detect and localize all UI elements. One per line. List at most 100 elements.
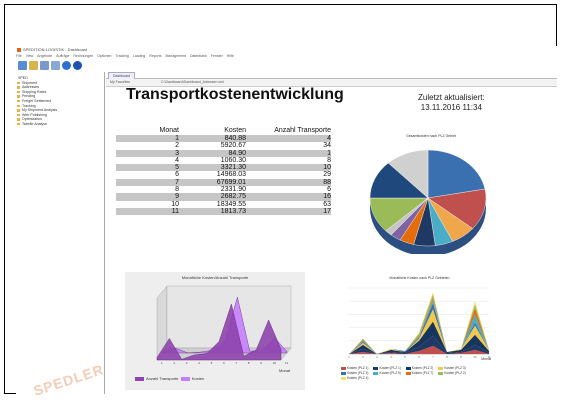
legend-row: Kosten (PLZ 4)	[341, 376, 471, 381]
x-tick-label: 10	[474, 355, 477, 359]
menu-item[interactable]: Management	[166, 54, 186, 58]
table-row: 3 84.90 1	[116, 149, 331, 157]
legend-swatch	[341, 366, 346, 370]
legend-swatch	[373, 371, 379, 375]
chart-title: Monatliche Kosten/Anzahl Transporte	[181, 275, 249, 280]
x-tick-label: 5	[404, 355, 406, 359]
table-cell: 17	[246, 207, 331, 216]
menu-item[interactable]: Optionen	[97, 54, 111, 58]
tab-bar: Dashboard	[106, 72, 557, 79]
legend-swatch	[135, 376, 144, 381]
x-tick-label: 8	[446, 355, 448, 359]
report-title: Transportkostenentwicklung	[126, 86, 344, 103]
stacked-area-chart: Monatliche Kosten nach PLZ Gebieten 1 2 3 4…	[337, 276, 502, 386]
legend-entry: Kosten (PLZ 2)	[438, 371, 466, 375]
x-tick-label: 6	[418, 355, 420, 359]
legend-swatch	[405, 371, 411, 375]
update-info: Zuletzt aktualisiert: 13.11.2016 11:34	[418, 93, 485, 113]
menu-item[interactable]: Rechnungen	[73, 54, 93, 58]
legend-swatch	[373, 366, 379, 370]
toolbar	[16, 60, 557, 72]
print-icon[interactable]	[51, 61, 60, 70]
legend-label: Kosten (PLZ 2)	[444, 371, 466, 375]
x-axis-label: Monat	[481, 357, 491, 361]
pie-svg	[369, 149, 487, 256]
stacked-area-svg: 1 2 3 4 5 6 7 8 9 10 11Monat	[348, 287, 491, 361]
menu-item[interactable]: Aufträge	[56, 54, 69, 58]
table-cell: 4	[175, 156, 179, 164]
help-icon[interactable]	[62, 61, 71, 70]
grid-icon[interactable]	[40, 61, 49, 70]
menu-item[interactable]: Loading	[133, 54, 145, 58]
table-cell: 1060.30	[220, 156, 246, 164]
table-cell: 67699.01	[179, 178, 246, 187]
table-header-row: Monat Kosten Anzahl Transporte	[116, 126, 331, 135]
legend-swatch	[438, 371, 444, 375]
menu-item[interactable]: Angebote	[37, 54, 52, 58]
table-cell: 63	[323, 200, 331, 208]
tree-item-label: Addresses	[22, 85, 39, 90]
menu-item[interactable]: File	[16, 54, 22, 58]
table-cell: 8	[175, 186, 179, 194]
favorites-link[interactable]: My Favorites	[110, 79, 130, 86]
x-tick-label: 11	[285, 361, 288, 365]
tree-item-label: Tabelle Analyse	[22, 121, 47, 126]
tree-item-label: Tracking	[22, 103, 36, 108]
tree-item-label: My Shipment Analysis	[22, 108, 58, 113]
legend-swatch	[405, 366, 411, 370]
menu-item[interactable]: Reports	[149, 54, 161, 58]
table-cell: 840.88	[179, 135, 246, 143]
menu-item[interactable]: Datenbank	[190, 54, 207, 58]
updated-value: 13.11.2016 11:34	[420, 103, 482, 112]
legend-label: Kosten (PLZ 1)	[347, 366, 369, 370]
info-icon[interactable]	[73, 61, 82, 70]
x-tick-label: 4	[390, 355, 392, 359]
x-tick-label: 9	[460, 355, 462, 359]
legend-swatch	[341, 376, 346, 380]
legend-label: Kosten (PLZ 1)	[379, 366, 401, 370]
x-tick-label: 10	[273, 361, 277, 365]
tree-item[interactable]: Tabelle Analyse	[16, 122, 104, 127]
legend-label: Anzahl Transporte	[146, 376, 179, 381]
open-icon[interactable]	[29, 61, 38, 70]
table-cell: 8	[327, 156, 331, 164]
address-path[interactable]: C:\Dashboard\Dashboard_Adressen.xml	[161, 79, 224, 86]
table-cell: 34	[323, 142, 331, 150]
menu-item[interactable]: Fenster	[211, 54, 223, 58]
x-tick-label: 4	[198, 361, 200, 365]
window-title: SPEDITION LOGISTIK - Dashboard	[23, 47, 88, 52]
x-axis-label: Monat	[279, 368, 291, 373]
navigation-tree: SPED Shipment Addresses Shipping Rates Pend…	[16, 72, 105, 394]
menu-item[interactable]: View	[26, 54, 34, 58]
tree-item-label: Optimization	[22, 117, 42, 122]
tab-dashboard[interactable]: Dashboard	[108, 72, 136, 79]
legend-label: Kosten (PLZ 4)	[347, 376, 369, 380]
cost-table: Monat Kosten Anzahl Transporte 1 840.88 4 2…	[116, 126, 331, 216]
folder-icon	[17, 95, 20, 98]
table-cell: 4	[246, 135, 331, 143]
pie-title: Gesamtkosten nach PLZ Gebiet	[406, 134, 456, 138]
chart-legend: Anzahl Transporte Kosten	[135, 376, 204, 381]
table-row: 11 1813.73 17	[116, 207, 331, 216]
tree-item-label: Web Publishing	[22, 112, 47, 117]
new-icon[interactable]	[18, 61, 27, 70]
table-cell: 6	[175, 171, 179, 179]
legend-label: Kosten (PLZ 3)	[347, 371, 369, 375]
table-cell: 2682.75	[179, 193, 246, 201]
table-cell: 1	[246, 149, 331, 157]
x-tick-label: 6	[223, 361, 225, 365]
x-tick-label: 3	[376, 355, 378, 359]
menu-item[interactable]: Hilfe	[227, 54, 234, 58]
chart-legend: Kosten (PLZ 1) Kosten (PLZ 1) Kosten (PLZ …	[341, 366, 471, 381]
table-cell: 5	[116, 164, 179, 172]
legend-entry: Kosten (PLZ 1)	[373, 366, 401, 370]
menu-item[interactable]: Tracking	[115, 54, 128, 58]
folder-icon	[17, 99, 20, 103]
table-cell: 2331.90	[220, 186, 246, 194]
legend-label: Kosten (PLZ 7)	[411, 371, 434, 375]
table-cell: 14968.03	[216, 171, 246, 179]
folder-icon	[17, 118, 20, 121]
x-tick-label: 1	[161, 361, 163, 365]
table-cell: 6	[327, 186, 331, 194]
folder-icon	[17, 113, 20, 117]
